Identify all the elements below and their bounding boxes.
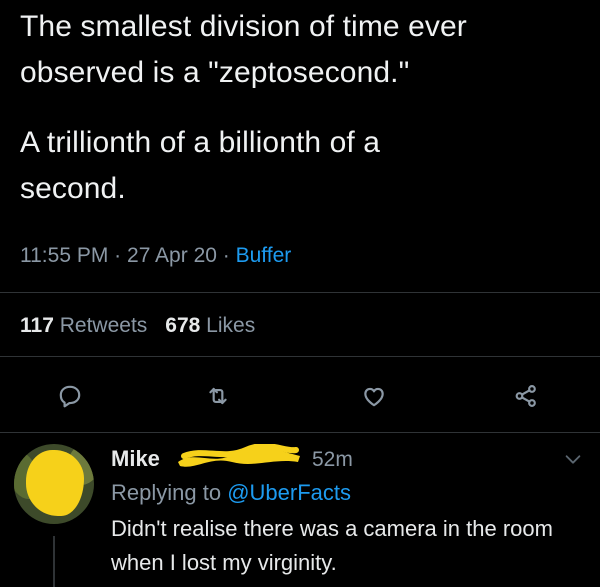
chevron-down-icon[interactable] [562,448,584,470]
tweet-date: 27 Apr 20 [127,244,217,267]
tweet-line: The smallest division of time ever [20,10,467,43]
thread-line [53,536,55,587]
tweet-text: The smallest division of time ever obser… [20,4,590,212]
avatar[interactable] [14,444,94,524]
likes-stat[interactable]: 678 Likes [165,314,255,337]
meta-separator: · [114,244,122,267]
reply-author-name[interactable]: Mike [111,446,160,472]
divider [0,356,600,357]
likes-count: 678 [165,314,201,337]
likes-label: Likes [206,314,256,337]
tweet-line: observed is a "zeptosecond." [20,56,410,89]
tweet-meta: 11:55 PM · 27 Apr 20 · Buffer [20,244,291,268]
censor-scribble [178,444,300,467]
share-icon[interactable] [508,378,544,414]
reply-tweet[interactable]: Mike 52m Replying to @UberFacts Didn't r… [0,440,600,587]
tweet-actions [0,378,600,414]
divider [0,292,600,293]
tweet-line: A trillionth of a billionth of a [20,126,381,159]
retweet-icon[interactable] [200,378,236,414]
retweets-count: 117 [20,314,54,337]
replying-to: Replying to @UberFacts [111,480,351,506]
retweets-stat[interactable]: 117 Retweets [20,314,147,337]
tweet-line: second. [20,172,126,205]
retweets-label: Retweets [59,314,148,337]
divider [0,432,600,433]
like-icon[interactable] [356,378,392,414]
mention-link[interactable]: @UberFacts [227,480,351,505]
reply-icon[interactable] [52,378,88,414]
tweet-time: 11:55 PM [20,244,109,267]
tweet-stats: 117 Retweets 678 Likes [20,314,255,338]
censor-scribble [26,450,84,516]
tweet-source-link[interactable]: Buffer [236,244,292,267]
meta-separator: · [222,244,230,267]
reply-time: 52m [312,448,353,471]
reply-text: Didn't realise there was a camera in the… [111,516,553,575]
replying-prefix: Replying to [111,480,222,505]
